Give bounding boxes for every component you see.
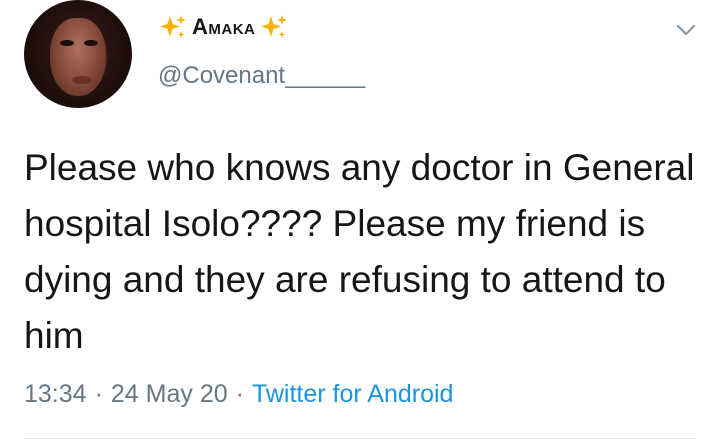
- chevron-down-icon[interactable]: [674, 18, 698, 42]
- display-name-row[interactable]: Amaka: [158, 12, 289, 42]
- avatar-lips: [72, 76, 92, 84]
- tweet-text: Please who knows any doctor in General h…: [24, 147, 695, 356]
- tweet-card: Amaka @Covenant______ Please who knows a…: [0, 0, 720, 448]
- avatar[interactable]: [24, 0, 132, 108]
- user-handle[interactable]: @Covenant______: [158, 62, 365, 90]
- tweet-date[interactable]: 24 May 20: [111, 380, 228, 409]
- display-name: Amaka: [192, 14, 256, 39]
- tweet-time[interactable]: 13:34: [24, 380, 87, 409]
- avatar-eye-left: [60, 40, 74, 46]
- divider: [24, 438, 696, 439]
- meta-separator: ·: [235, 380, 244, 408]
- tweet-source-link[interactable]: Twitter for Android: [252, 380, 453, 409]
- avatar-eye-right: [84, 40, 98, 46]
- sparkles-icon: [160, 15, 186, 38]
- meta-separator: ·: [94, 380, 103, 408]
- sparkles-icon: [261, 15, 288, 38]
- avatar-face: [50, 18, 106, 96]
- tweet-meta: 13:34 · 24 May 20 · Twitter for Android: [24, 380, 453, 409]
